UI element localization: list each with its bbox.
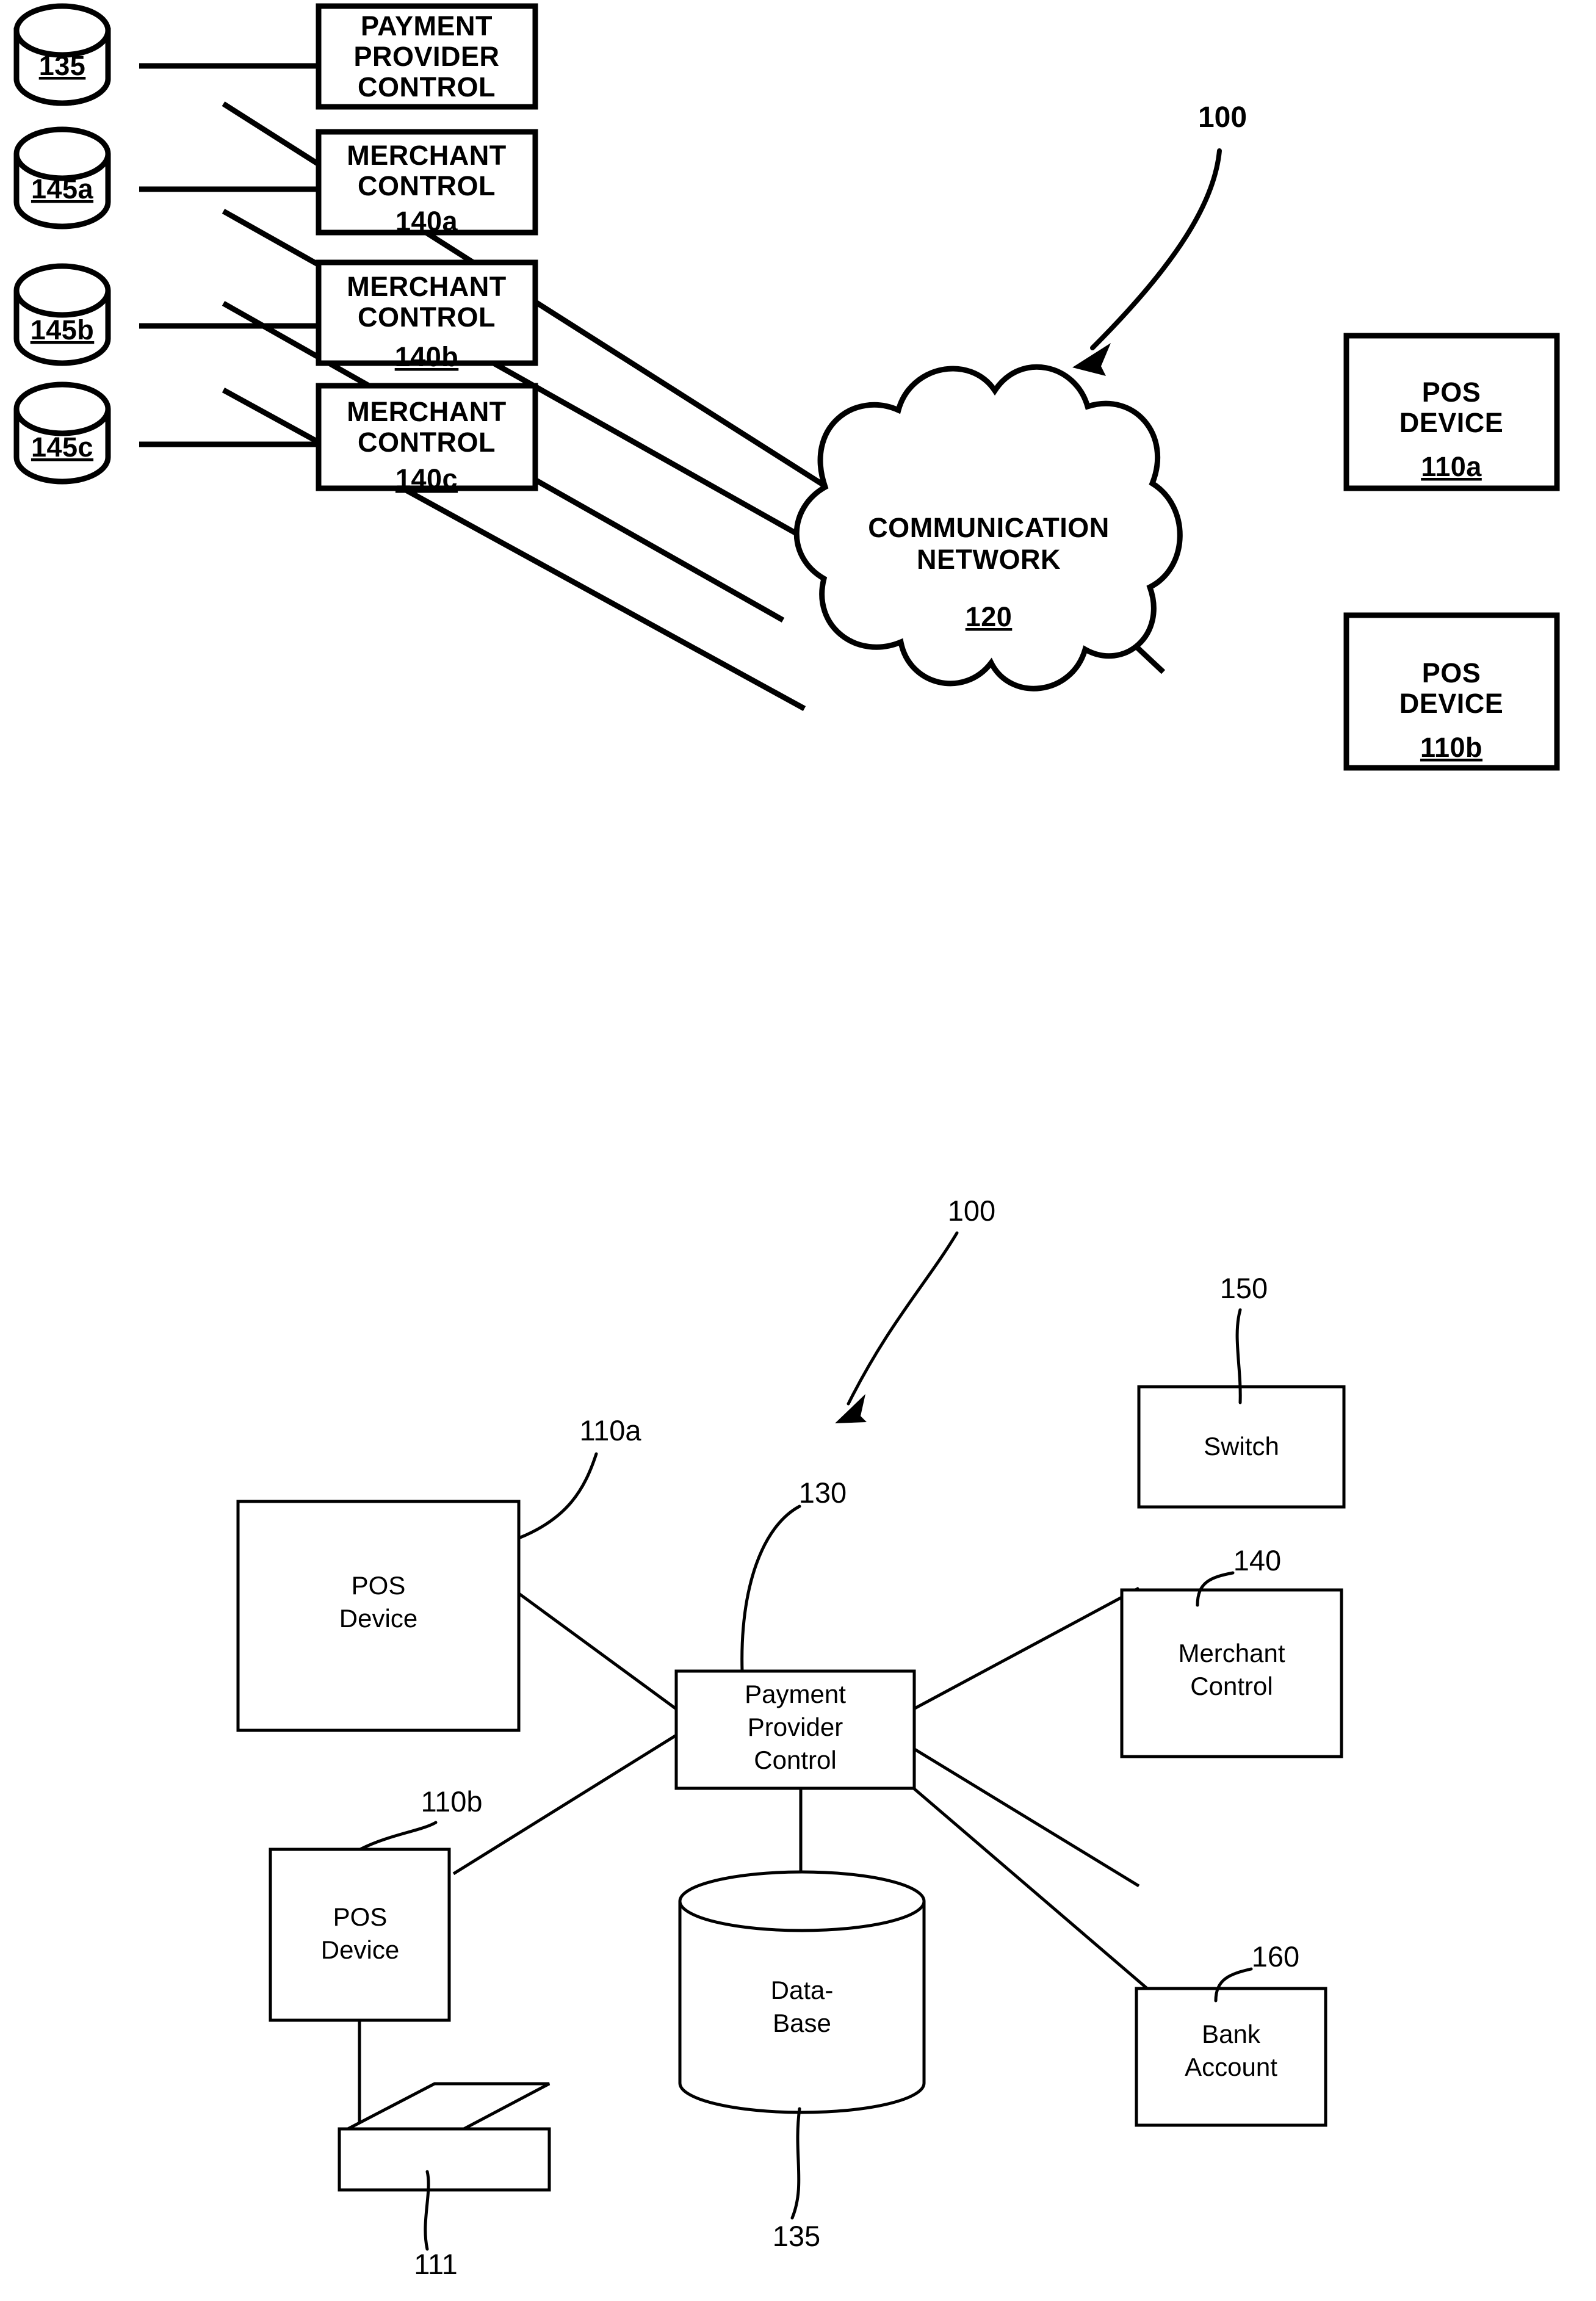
fig2-mc-line1: Merchant bbox=[1178, 1639, 1285, 1667]
fig2-pos-110a-line2: Device bbox=[339, 1604, 417, 1633]
ref-110a: 110a bbox=[1421, 451, 1482, 482]
mc-140a-line2: CONTROL bbox=[358, 170, 496, 201]
ppc-130-line3: CONTROL bbox=[358, 71, 496, 103]
scanner-lid-111 bbox=[347, 2082, 551, 2131]
ref-145a: 145a bbox=[31, 173, 94, 204]
ppc-130-line1: PAYMENT bbox=[361, 10, 493, 42]
cylinder-135-top bbox=[13, 3, 111, 58]
callout-fig2-140: 140 bbox=[1233, 1544, 1281, 1577]
fig2-pos-110a-line1: POS bbox=[352, 1571, 406, 1600]
ref-145c: 145c bbox=[31, 432, 93, 463]
callout-fig2-135: 135 bbox=[773, 2220, 820, 2252]
cylinder-145b-top bbox=[13, 263, 111, 318]
pos-110a-line2: DEVICE bbox=[1399, 407, 1504, 438]
box-outline-fig2-110b bbox=[269, 1848, 451, 2022]
network-120-line1: COMMUNICATION bbox=[868, 512, 1110, 543]
figure-1-network-architecture: 135 PAYMENT PROVIDER CONTROL 130 145a ME… bbox=[13, 3, 1560, 2280]
fig2-db-line2: Base bbox=[773, 2009, 831, 2037]
merchant-control-box-140b: MERCHANT CONTROL 140b bbox=[316, 259, 538, 372]
fig2-switch-box-150: Switch 150 bbox=[1137, 1272, 1346, 1509]
fig2-database-cylinder-135: Data- Base 135 bbox=[678, 1870, 926, 2252]
callout-fig2-150: 150 bbox=[1220, 1272, 1268, 1304]
patent-drawing-sheet: 135 PAYMENT PROVIDER CONTROL 130 145a ME… bbox=[0, 0, 1596, 2301]
leader-fig2-130 bbox=[740, 1504, 801, 1673]
link-fig2-pos110a-to-ppc bbox=[517, 1591, 677, 1711]
fig2-pos-110b-line2: Device bbox=[321, 1935, 399, 1964]
mc-140c-line2: CONTROL bbox=[358, 427, 496, 458]
fig2-scanner-peripheral-111: 111 bbox=[338, 2082, 551, 2280]
database-cylinder-145b: 145b bbox=[13, 263, 111, 366]
ref-140a: 140a bbox=[395, 206, 458, 237]
ppc-130-line2: PROVIDER bbox=[353, 41, 499, 72]
mc-140a-line1: MERCHANT bbox=[347, 140, 506, 171]
callout-label-100-fig1: 100 bbox=[1198, 101, 1247, 134]
callout-100-curve-fig2 bbox=[847, 1231, 959, 1406]
leader-fig2-110a bbox=[517, 1452, 598, 1540]
cylinder-145c-top bbox=[13, 381, 111, 436]
callout-fig2-160: 160 bbox=[1252, 1940, 1299, 1973]
fig2-payment-provider-control-box-130: Payment Provider Control 130 bbox=[674, 1476, 916, 1790]
fig2-ppc-line2: Provider bbox=[748, 1713, 843, 1741]
ref-140b: 140b bbox=[395, 341, 459, 372]
callout-label-100-fig2: 100 bbox=[948, 1194, 995, 1227]
fig2-system-callout-100: 100 bbox=[835, 1194, 995, 1423]
cylinder-145a-top bbox=[13, 126, 111, 181]
database-cylinder-145a: 145a bbox=[13, 126, 111, 229]
pos-device-box-110a: POS DEVICE 110a bbox=[1343, 333, 1560, 491]
fig2-bank-line2: Account bbox=[1185, 2053, 1277, 2081]
fig2-bank-account-box-160: Bank Account 160 bbox=[1135, 1940, 1327, 2127]
pos-110b-line2: DEVICE bbox=[1399, 688, 1504, 719]
fig1-system-callout-100: 100 bbox=[1072, 101, 1247, 376]
ref-140c: 140c bbox=[395, 463, 458, 494]
ref-145b: 145b bbox=[31, 314, 95, 345]
callout-fig2-130: 130 bbox=[799, 1476, 847, 1509]
fig2-pos-110b-line1: POS bbox=[333, 1902, 388, 1931]
ref-135: 135 bbox=[39, 50, 86, 81]
database-cylinder-135: 135 bbox=[13, 3, 111, 106]
merchant-control-box-140c: MERCHANT CONTROL 140c bbox=[316, 383, 538, 494]
fig2-switch-label: Switch bbox=[1204, 1432, 1279, 1461]
mc-140b-line1: MERCHANT bbox=[347, 271, 506, 302]
callout-100-curve-fig1 bbox=[1090, 148, 1222, 350]
leader-fig2-110b bbox=[358, 1821, 438, 1851]
fig2-pos-device-box-110b: POS Device 110b bbox=[269, 1785, 483, 2022]
ref-120: 120 bbox=[966, 601, 1013, 632]
pos-device-box-110b: POS DEVICE 110b bbox=[1343, 612, 1560, 771]
pos-110a-line1: POS bbox=[1422, 377, 1481, 408]
database-cylinder-145c: 145c bbox=[13, 381, 111, 485]
callout-fig2-110a: 110a bbox=[579, 1414, 641, 1447]
leader-fig2-135 bbox=[790, 2107, 801, 2220]
ref-110b: 110b bbox=[1420, 732, 1482, 763]
fig2-merchant-control-box-140: Merchant Control 140 bbox=[1120, 1544, 1343, 1758]
fig2-mc-line2: Control bbox=[1190, 1672, 1273, 1700]
pos-110b-line1: POS bbox=[1422, 657, 1481, 688]
cylinder-fig2-135-top bbox=[678, 1870, 926, 1932]
fig2-ppc-line3: Control bbox=[754, 1746, 836, 1774]
mc-140b-line2: CONTROL bbox=[358, 302, 496, 333]
mc-140c-line1: MERCHANT bbox=[347, 396, 506, 427]
network-120-line2: NETWORK bbox=[917, 544, 1061, 575]
fig2-bank-line1: Bank bbox=[1202, 2020, 1261, 2048]
fig2-pos-device-box-110a: POS Device 110a bbox=[236, 1414, 641, 1732]
link-fig2-ppc-to-switch bbox=[912, 1586, 1140, 1711]
link-fig2-pos110b-to-ppc bbox=[452, 1733, 677, 1876]
cylinder-fig2-135-outline bbox=[678, 1901, 926, 2114]
communication-network-cloud-120: COMMUNICATION NETWORK 120 bbox=[793, 364, 1183, 692]
callout-fig2-111: 111 bbox=[414, 2248, 457, 2280]
scanner-base-111 bbox=[338, 2127, 551, 2192]
merchant-control-box-140a: MERCHANT CONTROL 140a bbox=[316, 129, 538, 237]
fig2-db-line1: Data- bbox=[771, 1976, 834, 2004]
fig2-ppc-line1: Payment bbox=[745, 1680, 846, 1708]
callout-fig2-110b: 110b bbox=[421, 1785, 482, 1818]
